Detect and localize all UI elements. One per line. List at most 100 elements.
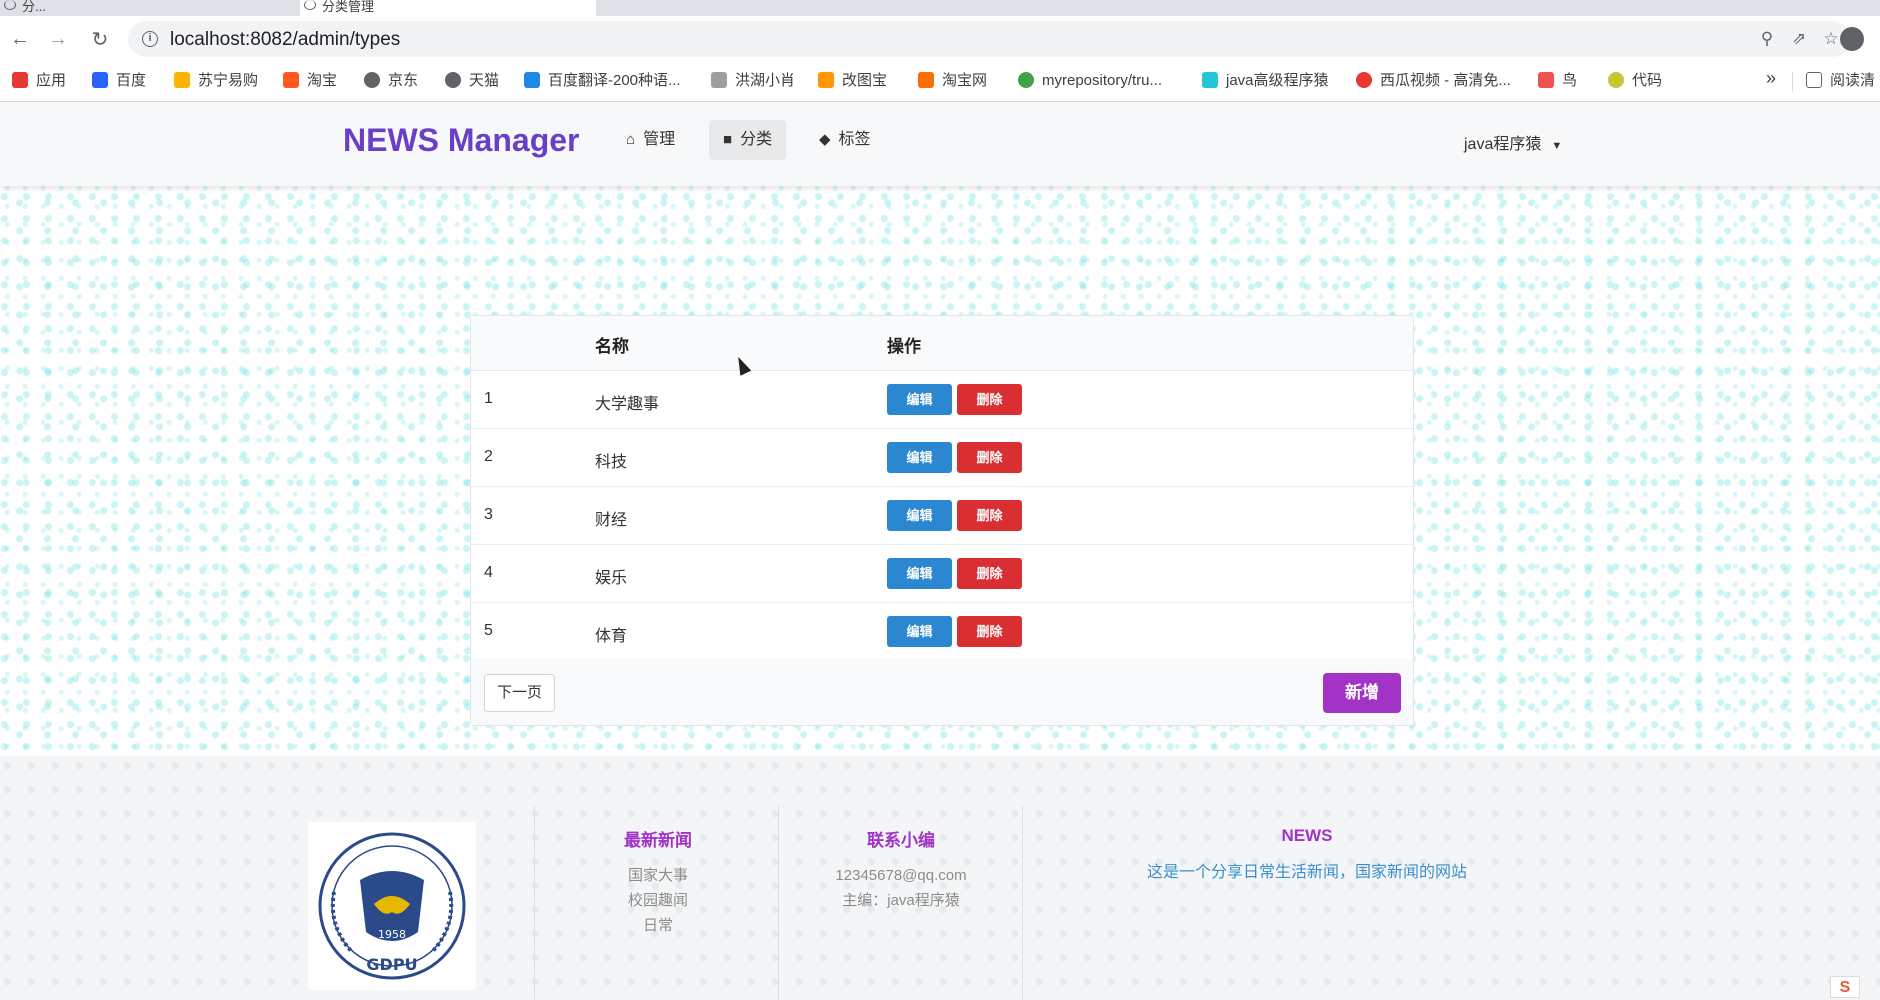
back-arrow-icon[interactable]: ← (6, 25, 34, 53)
delete-button[interactable]: 删除 (957, 558, 1022, 589)
bookmark-item[interactable]: 应用 (12, 70, 66, 92)
footer-email: 12345678@qq.com (835, 867, 967, 884)
bookmark-item[interactable]: 改图宝 (818, 70, 887, 92)
tab-favicon-icon (4, 0, 16, 10)
share-icon[interactable]: ⇗ (1788, 28, 1810, 50)
next-page-button[interactable]: 下一页 (484, 674, 555, 712)
footer-link[interactable]: 校园趣闻 (598, 888, 718, 913)
browser-toolbar: ← → ↻ i localhost:8082/admin/types ⚲ ⇗ ☆ (0, 16, 1880, 62)
bookmark-item[interactable]: 淘宝网 (918, 70, 987, 92)
footer-heading: 最新新闻 (624, 831, 692, 850)
bookmarks-overflow-button[interactable]: » (1766, 68, 1776, 89)
divider (1022, 806, 1023, 1000)
delete-button[interactable]: 删除 (957, 500, 1022, 531)
globe-icon (445, 72, 461, 88)
bookmark-item[interactable]: java高级程序猿 (1202, 70, 1329, 92)
url-text[interactable]: localhost:8082/admin/types (170, 29, 400, 51)
divider (534, 806, 535, 1000)
delete-button[interactable]: 删除 (957, 442, 1022, 473)
bookmark-item[interactable]: 代码 (1608, 70, 1662, 92)
bookmark-item[interactable]: 百度 (92, 70, 146, 92)
bookmark-item[interactable]: 天猫 (445, 70, 499, 92)
folder-icon: ■ (723, 131, 733, 148)
site-info-icon[interactable]: i (142, 31, 158, 47)
column-header-name: 名称 (595, 337, 629, 356)
footer-link[interactable]: 国家大事 (598, 863, 718, 888)
zoom-icon[interactable]: ⚲ (1756, 28, 1778, 50)
footer-contact: 联系小编 12345678@qq.com 主编：java程序猿 (820, 826, 982, 913)
bookmark-item[interactable]: 百度翻译-200种语... (524, 70, 681, 92)
delete-button[interactable]: 删除 (957, 616, 1022, 647)
tab-title: 分类管理 (322, 0, 375, 14)
reload-icon[interactable]: ↻ (86, 25, 114, 53)
browser-tab-active[interactable]: 分类管理 (300, 0, 596, 16)
feather-icon (711, 72, 727, 88)
user-name: java程序猿 (1464, 136, 1542, 153)
table-row: 2 科技 编辑 删除 (471, 429, 1413, 487)
page-body: NEWS Manager ⌂ 管理 ■ 分类 ◆ 标签 java程序猿 ▼ 名称 操作 … (0, 102, 1880, 1000)
table-row: 1 大学趣事 编辑 删除 (471, 371, 1413, 429)
tags-icon: ◆ (819, 131, 831, 148)
table-footer: 下一页 新增 (471, 659, 1413, 725)
bookmark-item[interactable]: 洪湖小肖 (711, 70, 795, 92)
footer-heading: 联系小编 (867, 831, 935, 850)
apps-grid-icon (12, 72, 28, 88)
gaitubao-icon (818, 72, 834, 88)
row-name: 大学趣事 (595, 396, 660, 413)
footer: 1958 GDPU 最新新闻 国家大事 校园趣闻 日常 联系小编 1234567… (0, 756, 1880, 1000)
baidu-paw-icon (92, 72, 108, 88)
bookmark-item[interactable]: 京东 (364, 70, 418, 92)
footer-heading: NEWS (1281, 826, 1333, 845)
browser-tab-inactive[interactable]: 分... (0, 0, 296, 16)
bookmarks-bar: 应用 百度 苏宁易购 淘宝 京东 天猫 百度翻译-200种语... 洪湖小肖 改… (0, 62, 1880, 102)
bookmark-star-icon[interactable]: ☆ (1820, 28, 1842, 50)
university-seal-icon: 1958 GDPU (318, 832, 466, 980)
forward-arrow-icon[interactable]: → (44, 25, 72, 53)
home-icon: ⌂ (626, 131, 636, 148)
column-header-actions: 操作 (887, 337, 921, 356)
nav-item-tags[interactable]: ◆ 标签 (805, 120, 885, 160)
row-id: 3 (484, 506, 493, 523)
globe-icon (364, 72, 380, 88)
nav-item-label: 标签 (838, 131, 871, 148)
nav-item-categories[interactable]: ■ 分类 (709, 120, 787, 160)
nav-item-manage[interactable]: ⌂ 管理 (612, 120, 689, 160)
university-logo: 1958 GDPU (308, 822, 476, 990)
row-id: 5 (484, 622, 493, 639)
reading-list-button[interactable]: 阅读清 (1806, 70, 1875, 92)
user-dropdown[interactable]: java程序猿 ▼ (1464, 130, 1562, 154)
bookmark-item[interactable]: 淘宝 (283, 70, 337, 92)
bookmark-item[interactable]: 苏宁易购 (174, 70, 258, 92)
bookmark-item[interactable]: 鸟 (1538, 70, 1577, 92)
svg-text:GDPU: GDPU (366, 955, 417, 974)
ime-indicator-icon[interactable]: S (1830, 976, 1860, 998)
row-id: 2 (484, 448, 493, 465)
footer-link[interactable]: 日常 (598, 913, 718, 938)
divider (1792, 72, 1793, 92)
footer-editor: 主编：java程序猿 (842, 892, 960, 909)
profile-avatar-icon[interactable] (1840, 27, 1864, 51)
table-header: 名称 操作 (471, 316, 1413, 371)
brand-logo[interactable]: NEWS Manager (343, 122, 579, 159)
edit-button[interactable]: 编辑 (887, 384, 952, 415)
address-bar[interactable]: i localhost:8082/admin/types ⚲ ⇗ ☆ (128, 21, 1850, 57)
suning-icon (174, 72, 190, 88)
categories-table: 名称 操作 1 大学趣事 编辑 删除 2 科技 编辑 删除 3 财经 编辑 删除… (470, 315, 1414, 726)
nav-item-label: 分类 (740, 131, 773, 148)
table-row: 3 财经 编辑 删除 (471, 487, 1413, 545)
bookmark-item[interactable]: 西瓜视频 - 高清免... (1356, 70, 1511, 92)
table-row: 5 体育 编辑 删除 (471, 603, 1413, 661)
edit-button[interactable]: 编辑 (887, 558, 952, 589)
bookmark-item[interactable]: myrepository/tru... (1018, 70, 1162, 92)
delete-button[interactable]: 删除 (957, 384, 1022, 415)
add-category-button[interactable]: 新增 (1323, 673, 1401, 713)
bird-icon (1538, 72, 1554, 88)
row-name: 体育 (595, 628, 628, 645)
edit-button[interactable]: 编辑 (887, 500, 952, 531)
divider (778, 806, 779, 1000)
top-navbar: NEWS Manager ⌂ 管理 ■ 分类 ◆ 标签 java程序猿 ▼ (0, 102, 1880, 186)
edit-button[interactable]: 编辑 (887, 616, 952, 647)
svg-text:1958: 1958 (378, 928, 406, 941)
taobao-icon (283, 72, 299, 88)
edit-button[interactable]: 编辑 (887, 442, 952, 473)
